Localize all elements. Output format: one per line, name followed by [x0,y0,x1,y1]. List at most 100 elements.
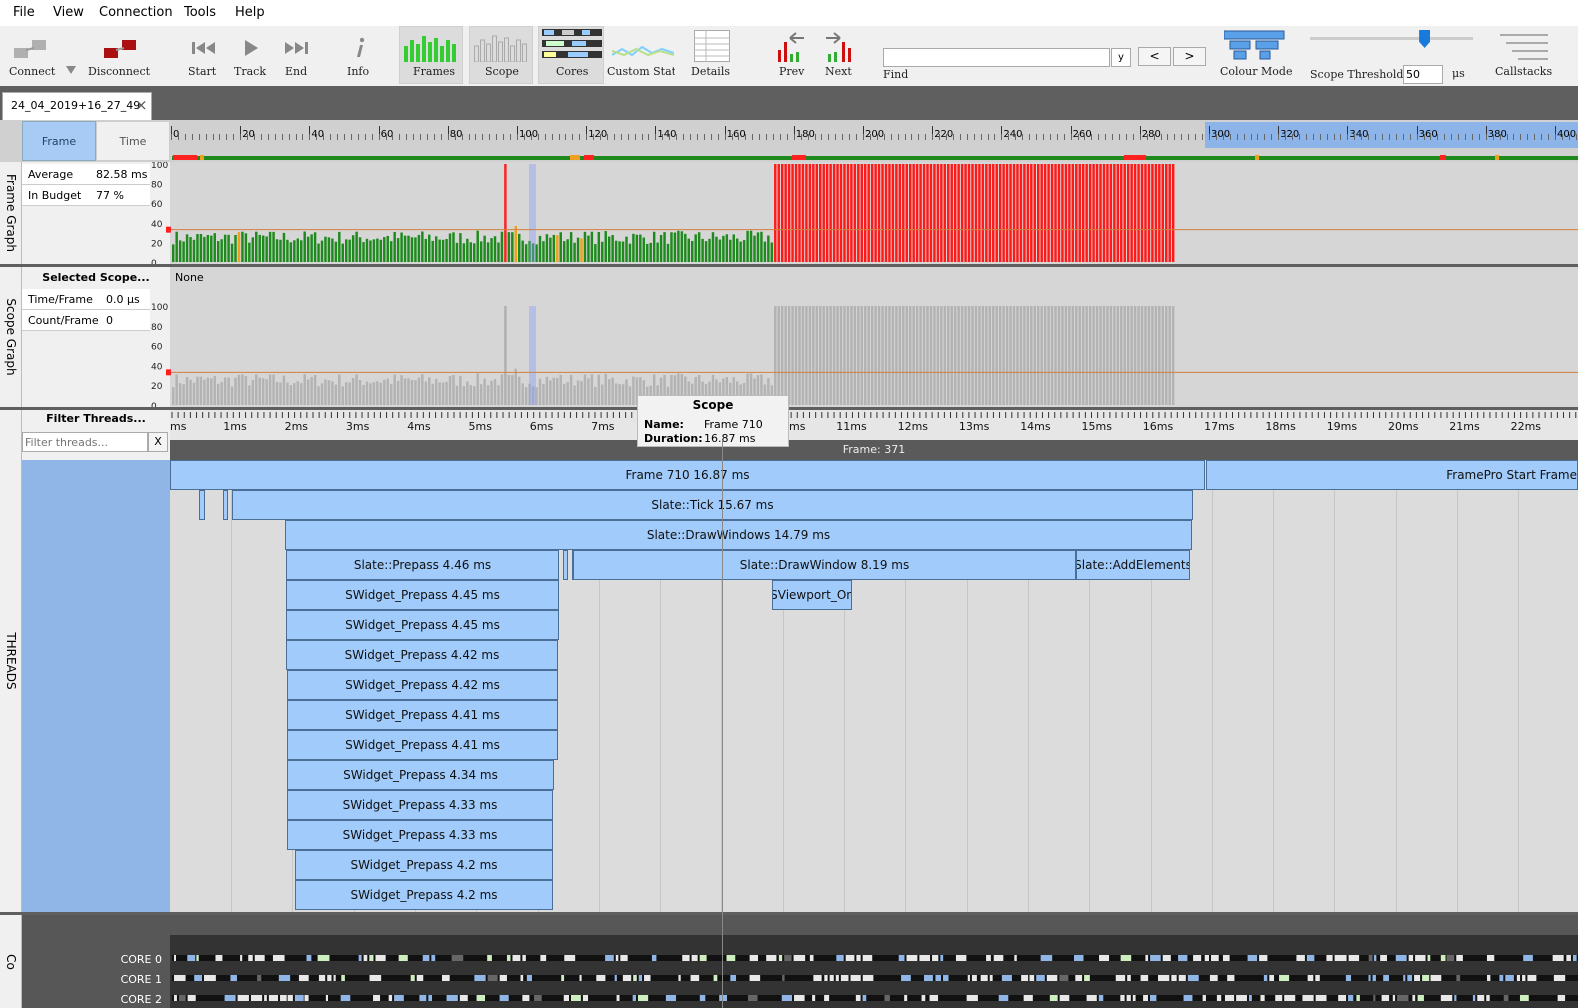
thread-timeline[interactable]: Frame 710 16.87 ms FramePro Start Frame Sl… [170,460,1578,912]
core-activity-block [678,975,681,981]
tiny-scope[interactable] [563,550,568,580]
frame-scope[interactable]: FramePro Start Frame [1206,460,1578,490]
find-prev-button[interactable]: < [1138,47,1171,66]
graph-bar [1088,306,1092,405]
frame-ruler-minor-tick [773,134,775,140]
threshold-input[interactable] [1403,65,1443,84]
frame-mode-tab[interactable]: Frame [22,121,96,161]
graph-bar [784,306,787,405]
graph-bar [905,164,908,262]
frame-ruler-minor-tick [641,134,643,140]
details-icon[interactable] [694,30,730,62]
frame-scope[interactable]: Frame 710 16.87 ms [170,460,1205,490]
frame-graph[interactable]: 100806040200 [150,162,1578,264]
menu-view[interactable]: View [53,5,84,20]
menu-file[interactable]: File [13,5,35,20]
frame-ruler-minor-tick [371,134,373,140]
find-input[interactable] [883,48,1110,67]
core-activity-block [187,995,196,1001]
threshold-slider-track[interactable] [1310,37,1473,40]
widget-prepass-scope[interactable]: SWidget_Prepass 4.42 ms [286,640,558,670]
scope-graph[interactable]: 100806040200 [150,288,1578,407]
disconnect-button[interactable] [102,38,138,65]
find-next-button[interactable]: > [1173,47,1206,66]
graph-bar [331,238,334,262]
graph-bar [912,164,915,262]
frame-ruler-minor-tick [1319,134,1321,140]
callstacks-icon[interactable] [1500,31,1550,61]
core-activity-block [174,955,177,961]
widget-prepass-scope[interactable]: SWidget_Prepass 4.45 ms [286,610,559,640]
menu-help[interactable]: Help [235,5,265,20]
widget-prepass-scope[interactable]: SWidget_Prepass 4.2 ms [295,880,553,910]
widget-prepass-scope[interactable]: SWidget_Prepass 4.45 ms [286,580,559,610]
time-mode-tab[interactable]: Time [96,121,170,161]
custom-stats-icon[interactable] [612,41,674,63]
graph-bar [1061,164,1064,262]
prepass-scope[interactable]: Slate::Prepass 4.46 ms [286,550,559,580]
widget-prepass-scope[interactable]: SWidget_Prepass 4.2 ms [295,850,553,880]
core-activity-block [1178,955,1188,961]
widget-prepass-scope[interactable]: SWidget_Prepass 4.34 ms [287,760,554,790]
graph-bar [248,242,251,262]
end-icon[interactable] [283,40,309,56]
widget-prepass-scope[interactable]: SWidget_Prepass 4.33 ms [287,790,553,820]
graph-bar [1113,164,1116,262]
drawwindow-scope[interactable]: Slate::DrawWindow 8.19 ms [573,550,1076,580]
tiny-scope[interactable] [223,490,228,520]
frame-ruler-minor-tick [523,134,525,140]
graph-bar [400,232,403,262]
tick-scope[interactable]: Slate::Tick 15.67 ms [232,490,1193,520]
drawwindows-scope[interactable]: Slate::DrawWindows 14.79 ms [285,520,1192,550]
core-activity-block [388,995,393,1001]
core-activity-block [835,975,839,981]
graph-bar [244,375,248,405]
next-frame-icon[interactable] [824,32,854,62]
widget-prepass-scope[interactable]: SWidget_Prepass 4.41 ms [287,730,558,760]
find-option-button[interactable]: y [1111,48,1131,67]
info-icon[interactable] [352,37,368,59]
core-activity-block [1572,955,1577,961]
dropdown-arrow-icon[interactable] [66,66,76,74]
graph-bar [753,235,756,262]
menu-connection[interactable]: Connection [99,5,173,20]
core-activity-block [1132,995,1136,1001]
colour-mode-icon[interactable] [1224,29,1286,63]
track-icon[interactable] [243,39,259,57]
graph-bar [978,164,981,262]
selected-scope-header[interactable]: Selected Scope... [22,267,170,288]
frame-ruler-minor-tick [683,134,685,140]
viewport-scope[interactable]: SViewport_On [772,580,852,610]
tiny-scope[interactable] [572,550,574,580]
frame-ruler-minor-tick [600,134,602,140]
graph-bar [303,374,306,405]
addelements-scope[interactable]: Slate::AddElements [1076,550,1190,580]
filter-threads-input[interactable] [22,432,148,452]
start-icon[interactable] [191,40,217,56]
widget-prepass-scope[interactable]: SWidget_Prepass 4.42 ms [287,670,558,700]
frame-ruler-minor-tick [710,134,712,140]
threshold-slider-thumb[interactable] [1419,30,1431,48]
graph-bar [957,164,960,262]
frame-ruler-minor-tick [793,134,795,140]
session-tab[interactable]: 24_04_2019+16_27_49 × [2,92,152,120]
graph-bar [230,386,234,405]
frame-ruler[interactable]: 0 20 40 60 80 100 120 140 160 180 200 220 240 260 280 3… [170,120,1578,162]
filter-clear-button[interactable]: X [148,432,168,452]
close-icon[interactable]: × [135,96,148,114]
graph-bar [1026,164,1030,262]
menu-tools[interactable]: Tools [184,5,216,20]
frame-ruler-minor-tick [1125,134,1127,140]
prev-frame-icon[interactable] [776,32,806,62]
core-activity-block [1422,975,1430,981]
graph-bar [545,234,549,262]
frame-ruler-minor-tick [994,134,996,140]
graph-bar [182,241,185,262]
connect-button[interactable] [12,38,48,65]
widget-prepass-scope[interactable]: SWidget_Prepass 4.33 ms [287,820,553,850]
tiny-scope[interactable] [199,490,205,520]
widget-prepass-scope[interactable]: SWidget_Prepass 4.41 ms [287,700,558,730]
find-label: Find [883,68,909,81]
graph-bar [614,383,618,405]
frame-ruler-label: 160 [726,129,746,140]
